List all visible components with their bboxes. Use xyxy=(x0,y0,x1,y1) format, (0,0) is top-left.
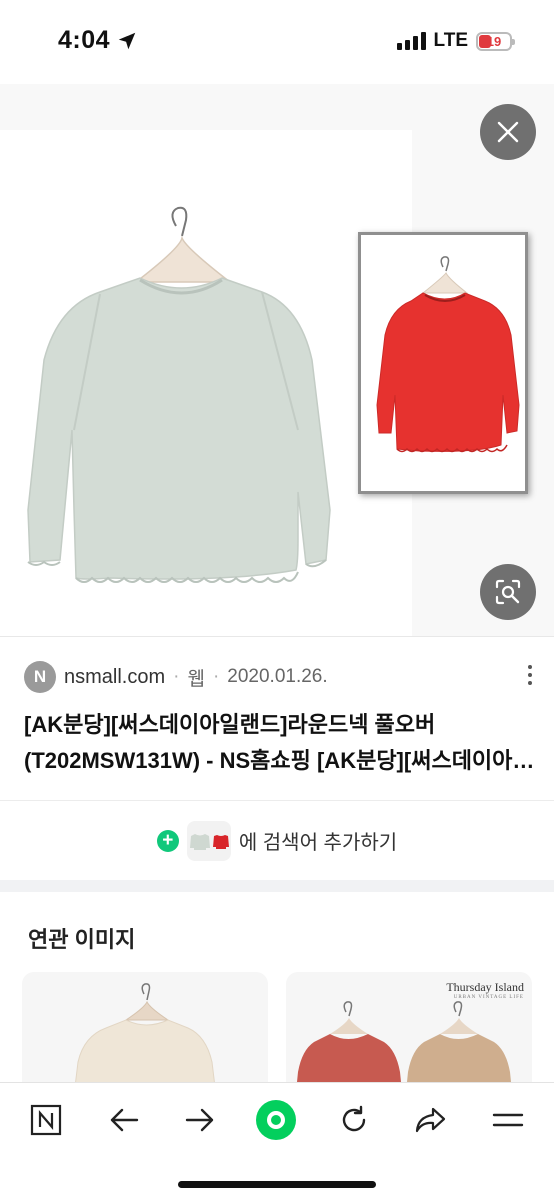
signal-icon xyxy=(396,32,426,50)
menu-icon xyxy=(492,1113,524,1127)
image-search-button[interactable] xyxy=(480,564,536,620)
status-right: LTE 19 xyxy=(396,30,515,52)
battery-level: 19 xyxy=(486,33,502,49)
separator-dot: · xyxy=(212,666,220,687)
status-time: 4:04 xyxy=(58,26,138,55)
naver-home-icon xyxy=(30,1104,62,1136)
mint-sweater-mini-icon xyxy=(189,833,210,850)
add-search-term-button[interactable]: + 에 검색어 추가하기 xyxy=(0,800,554,880)
forward-button[interactable] xyxy=(170,1097,230,1143)
separator-dot: · xyxy=(173,666,180,687)
plus-icon: + xyxy=(156,829,179,852)
location-arrow-icon xyxy=(118,32,136,49)
close-button[interactable] xyxy=(480,104,536,160)
main-image[interactable] xyxy=(0,130,412,636)
share-icon xyxy=(415,1107,446,1133)
share-button[interactable] xyxy=(400,1097,460,1143)
green-dot-button[interactable] xyxy=(246,1097,306,1143)
source-type: 웹 xyxy=(187,668,205,690)
brand-name: Thursday Island xyxy=(446,980,524,994)
image-search-icon xyxy=(495,579,521,605)
menu-button[interactable] xyxy=(478,1097,538,1143)
home-indicator[interactable] xyxy=(178,1181,376,1188)
related-images-section: 연관 이미지 Thursday Island URBAN VINTAGE LIF… xyxy=(0,892,554,1112)
close-icon xyxy=(497,121,519,143)
source-meta: N nsmall.com · 웹 · 2020.01.26. xyxy=(24,661,328,693)
status-bar: 4:04 LTE 19 xyxy=(0,0,554,84)
red-sweater-image xyxy=(376,256,520,453)
source-info[interactable]: N nsmall.com · 웹 · 2020.01.26. [AK분당][써스… xyxy=(0,636,554,800)
green-dot-icon xyxy=(256,1100,296,1140)
time-text: 4:04 xyxy=(58,26,111,54)
mint-sweater-image xyxy=(27,206,331,583)
related-images-title: 연관 이미지 xyxy=(28,927,136,952)
naver-home-button[interactable] xyxy=(16,1097,76,1143)
source-logo: N xyxy=(24,661,56,693)
network-type: LTE xyxy=(433,30,468,51)
red-sweater-thumbnail[interactable] xyxy=(358,232,528,494)
refresh-button[interactable] xyxy=(324,1097,384,1143)
section-divider xyxy=(0,880,554,892)
brand-label: Thursday Island URBAN VINTAGE LIFE xyxy=(446,980,524,1000)
battery-icon: 19 xyxy=(476,31,515,51)
source-title-link[interactable]: [AK분당][써스데이아일랜드]라운드넥 풀오버(T202MSW131W) - … xyxy=(24,707,536,779)
bottom-toolbar xyxy=(0,1082,554,1200)
source-domain[interactable]: nsmall.com xyxy=(64,666,165,689)
more-options-icon[interactable] xyxy=(528,665,532,685)
red-sweater-mini-icon xyxy=(212,834,229,849)
back-button[interactable] xyxy=(94,1097,154,1143)
forward-arrow-icon xyxy=(185,1108,214,1132)
add-search-label: 에 검색어 추가하기 xyxy=(238,832,398,854)
refresh-icon xyxy=(342,1105,366,1132)
search-image-chip xyxy=(186,820,231,861)
back-arrow-icon xyxy=(110,1108,139,1132)
source-date: 2020.01.26. xyxy=(227,666,328,687)
image-viewer[interactable] xyxy=(0,84,554,636)
brand-subtitle: URBAN VINTAGE LIFE xyxy=(453,995,524,1000)
